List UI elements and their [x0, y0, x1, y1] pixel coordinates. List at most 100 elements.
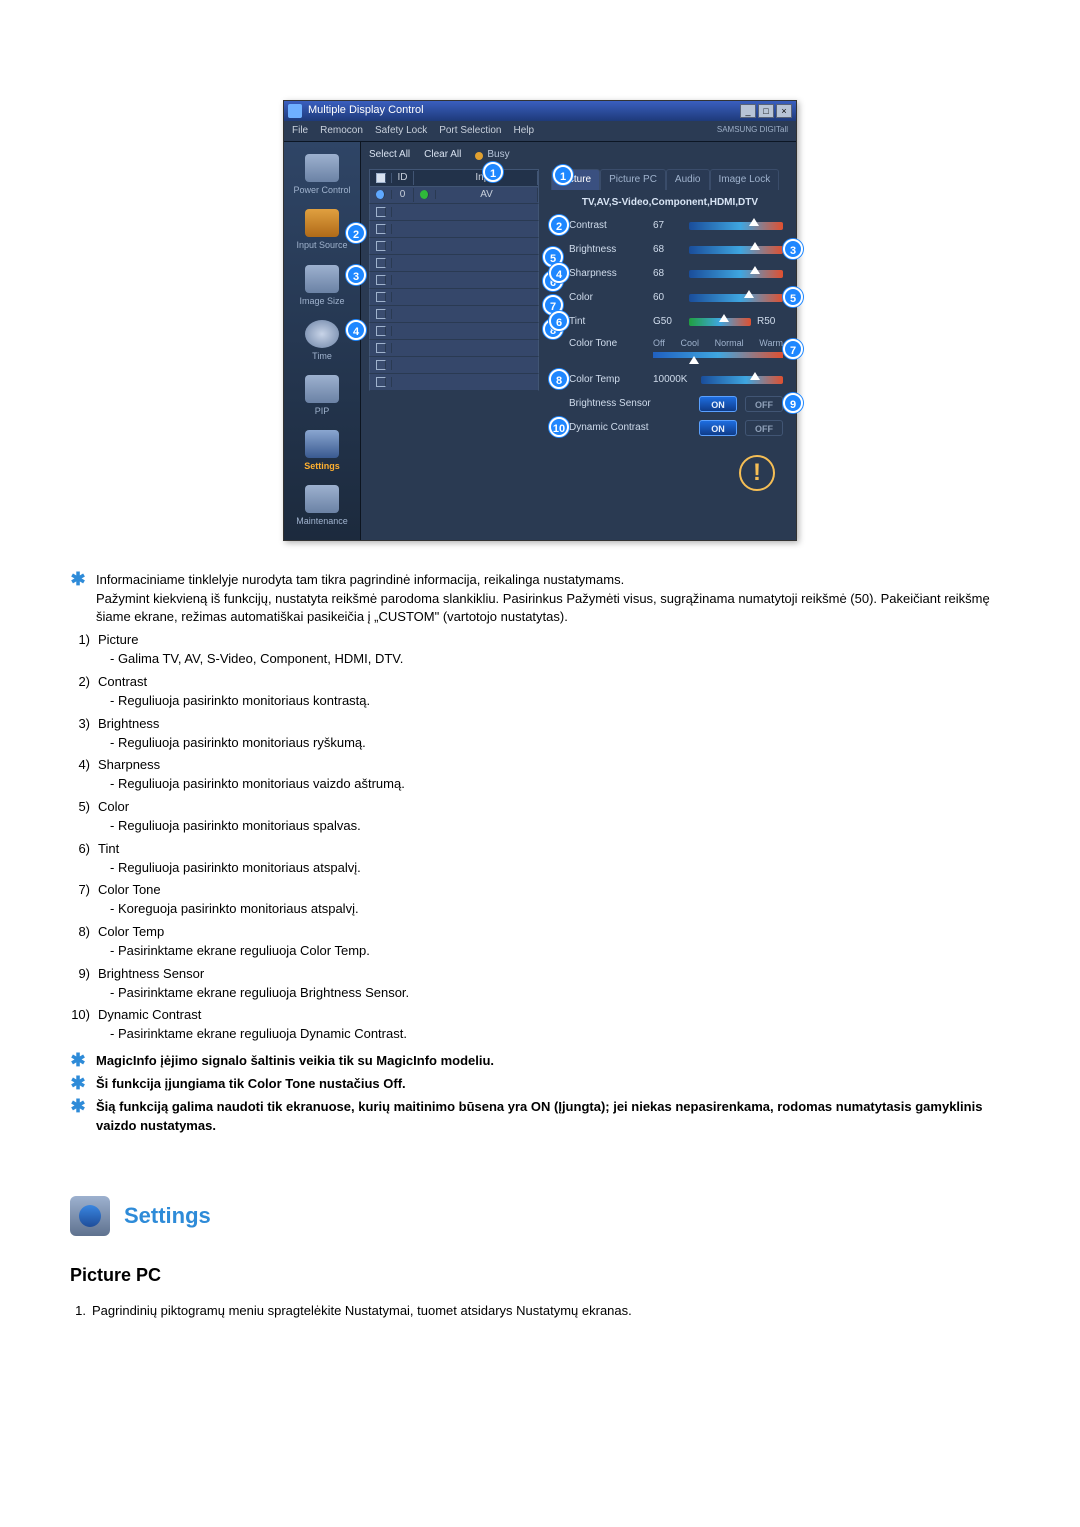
callout-2-right: 2 — [549, 215, 569, 235]
item-1-desc: - Galima TV, AV, S-Video, Component, HDM… — [110, 650, 1010, 669]
sidebar-power-control[interactable]: Power Control — [286, 150, 358, 201]
tab-image-lock[interactable]: Image Lock — [710, 169, 780, 191]
item-4-desc: - Reguliuoja pasirinkto monitoriaus vaiz… — [110, 775, 1010, 794]
sidebar-input-source[interactable]: Input Source 2 — [286, 205, 358, 256]
row-input: AV — [436, 188, 538, 203]
menu-help[interactable]: Help — [513, 124, 534, 139]
settings-section-icon — [70, 1196, 110, 1236]
item-7-desc: - Koreguoja pasirinkto monitoriaus atspa… — [110, 900, 1010, 919]
table-row[interactable]: 0 AV — [369, 187, 539, 204]
dynamic-contrast-off[interactable]: OFF — [745, 420, 783, 436]
brightness-slider[interactable] — [689, 246, 783, 254]
callout-9: 9 — [783, 393, 803, 413]
settings-icon — [305, 430, 339, 458]
busy-indicator: Busy — [475, 148, 509, 163]
tint-slider[interactable] — [689, 318, 751, 326]
table-row[interactable] — [369, 255, 539, 272]
dynamic-contrast-on[interactable]: ON — [699, 420, 737, 436]
sidebar: Power Control Input Source 2 Image Size … — [284, 142, 361, 539]
contrast-slider[interactable] — [689, 222, 783, 230]
titlebar[interactable]: Multiple Display Control _ □ × — [284, 101, 796, 121]
callout-8-right: 8 — [549, 369, 569, 389]
table-row[interactable] — [369, 221, 539, 238]
callout-4: 4 — [346, 320, 366, 340]
brightness-sensor-on[interactable]: ON — [699, 396, 737, 412]
star-icon: ✱ — [70, 1098, 86, 1136]
close-button[interactable]: × — [776, 104, 792, 118]
sidebar-pip[interactable]: PIP — [286, 371, 358, 422]
sidebar-image-size[interactable]: Image Size 3 — [286, 261, 358, 312]
minimize-button[interactable]: _ — [740, 104, 756, 118]
item-9-desc: - Pasirinktame ekrane reguliuoja Brightn… — [110, 984, 1010, 1003]
sidebar-time[interactable]: Time 4 — [286, 316, 358, 367]
pip-icon — [305, 375, 339, 403]
warning-icon: ! — [739, 455, 775, 491]
table-row[interactable] — [369, 204, 539, 221]
subsection-title: Picture PC — [70, 1262, 1010, 1288]
color-value: 60 — [653, 291, 683, 306]
star-icon: ✱ — [70, 1052, 86, 1071]
star-note-3: Šią funkciją galima naudoti tik ekranuos… — [96, 1098, 1010, 1136]
item-7-title: Color Tone — [98, 882, 161, 897]
table-row[interactable] — [369, 306, 539, 323]
mode-label: TV,AV,S-Video,Component,HDMI,DTV — [551, 194, 789, 217]
main-area: Select All Clear All Busy 1 ID Input — [361, 142, 797, 539]
sidebar-settings[interactable]: Settings — [286, 426, 358, 477]
sharpness-value: 68 — [653, 267, 683, 282]
item-8-title: Color Temp — [98, 924, 164, 939]
picture-panel: 1 Picture Picture PC Audio Image Lock TV… — [547, 169, 789, 437]
menu-remocon[interactable]: Remocon — [320, 124, 363, 139]
app-icon — [288, 104, 302, 118]
callout-3-right: 3 — [783, 239, 803, 259]
table-row[interactable] — [369, 323, 539, 340]
power-icon — [305, 154, 339, 182]
step-1-text: Pagrindinių piktogramų meniu spragtelėki… — [92, 1302, 632, 1321]
menu-file[interactable]: File — [292, 124, 308, 139]
item-4-title: Sharpness — [98, 757, 160, 772]
tab-picture-pc[interactable]: Picture PC — [600, 169, 666, 191]
color-tone-selector[interactable]: Off Cool Normal Warm — [653, 337, 783, 350]
sidebar-maintenance[interactable]: Maintenance — [286, 481, 358, 532]
menu-safety-lock[interactable]: Safety Lock — [375, 124, 427, 139]
clear-all-button[interactable]: Clear All — [424, 148, 461, 163]
menu-port-selection[interactable]: Port Selection — [439, 124, 501, 139]
item-2-title: Contrast — [98, 674, 147, 689]
callout-4-right: 4 — [549, 263, 569, 283]
maintenance-icon — [305, 485, 339, 513]
intro-line-2: Pažymint kiekvieną iš funkcijų, nustatyt… — [96, 591, 990, 625]
col-check[interactable] — [370, 173, 392, 183]
callout-10: 10 — [549, 417, 569, 437]
color-temp-value: 10000K — [653, 373, 695, 388]
table-row[interactable] — [369, 357, 539, 374]
table-row[interactable] — [369, 238, 539, 255]
item-2-desc: - Reguliuoja pasirinkto monitoriaus kont… — [110, 692, 1010, 711]
ordered-step-1: 1. Pagrindinių piktogramų meniu spragtel… — [70, 1302, 1010, 1321]
window-title: Multiple Display Control — [308, 103, 424, 119]
color-slider[interactable] — [689, 294, 783, 302]
contrast-label: Contrast — [569, 219, 647, 234]
brightness-sensor-off[interactable]: OFF — [745, 396, 783, 412]
tint-r-value: R50 — [757, 315, 783, 330]
item-10-desc: - Pasirinktame ekrane reguliuoja Dynamic… — [110, 1025, 1010, 1044]
item-1-title: Picture — [98, 632, 138, 647]
item-5-title: Color — [98, 799, 129, 814]
item-3-desc: - Reguliuoja pasirinkto monitoriaus ryšk… — [110, 734, 1010, 753]
notes-section: ✱ Informaciniame tinklelyje nurodyta tam… — [70, 571, 1010, 1136]
table-row[interactable] — [369, 289, 539, 306]
section-title: Settings — [124, 1200, 211, 1232]
section-header: Settings — [70, 1196, 1010, 1236]
maximize-button[interactable]: □ — [758, 104, 774, 118]
item-6-desc: - Reguliuoja pasirinkto monitoriaus atsp… — [110, 859, 1010, 878]
table-row[interactable] — [369, 374, 539, 391]
input-source-icon — [305, 209, 339, 237]
table-row[interactable] — [369, 272, 539, 289]
color-tone-label: Color Tone — [569, 337, 647, 352]
color-temp-slider[interactable] — [701, 376, 783, 384]
table-row[interactable] — [369, 340, 539, 357]
item-5-desc: - Reguliuoja pasirinkto monitoriaus spal… — [110, 817, 1010, 836]
row-id: 0 — [392, 188, 414, 203]
sharpness-slider[interactable] — [689, 270, 783, 278]
tab-audio[interactable]: Audio — [666, 169, 710, 191]
select-all-button[interactable]: Select All — [369, 148, 410, 163]
callout-7-right: 7 — [783, 339, 803, 359]
